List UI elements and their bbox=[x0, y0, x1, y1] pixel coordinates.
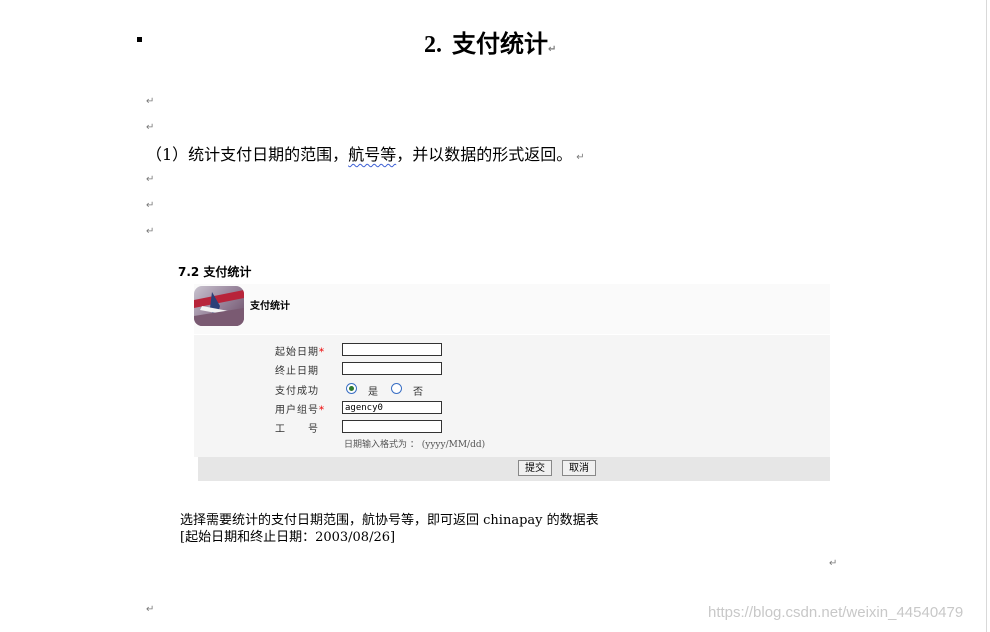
app-logo-icon bbox=[194, 286, 244, 326]
section-heading: 2. 支付统计↵ bbox=[424, 24, 556, 59]
start-date-label-text: 起始日期 bbox=[275, 347, 319, 358]
heading-number: 2. bbox=[424, 32, 442, 58]
page-edge-rule bbox=[986, 0, 987, 632]
csdn-watermark: https://blog.csdn.net/weixin_44540479 bbox=[708, 604, 964, 621]
form-button-bar bbox=[198, 457, 830, 481]
user-group-label-text: 用户组号 bbox=[275, 405, 319, 416]
pay-success-label: 支付成功 bbox=[275, 386, 319, 397]
date-format-hint: 日期输入格式为 ： (yyyy/MM/dd) bbox=[344, 440, 486, 450]
paragraph-mark: ↵ bbox=[146, 96, 155, 107]
start-date-label: 起始日期* bbox=[275, 343, 325, 358]
paragraph-mark: ↵ bbox=[146, 122, 155, 133]
heading-text: 支付统计 bbox=[452, 29, 548, 58]
paragraph-mark: ↵ bbox=[548, 44, 557, 55]
submit-button[interactable]: 提交 bbox=[518, 460, 552, 476]
user-group-input[interactable]: agency0 bbox=[342, 401, 442, 414]
start-date-input[interactable] bbox=[342, 343, 442, 356]
paragraph-mark: ↵ bbox=[146, 226, 155, 237]
spell-check-underlined-text: 航号等 bbox=[348, 145, 397, 164]
paragraph-mark: ↵ bbox=[146, 200, 155, 211]
paragraph-mark: ↵ bbox=[829, 558, 838, 569]
end-date-input[interactable] bbox=[342, 362, 442, 375]
figure-description-line-2: [起始日期和终止日期：2003/08/26] bbox=[180, 530, 396, 545]
required-star: * bbox=[319, 347, 325, 358]
figure-caption: 7.2 支付统计 bbox=[178, 265, 252, 279]
pay-success-no-radio[interactable] bbox=[391, 383, 402, 394]
pay-success-no-label: 否 bbox=[413, 387, 423, 398]
paragraph-mark: ↵ bbox=[146, 174, 155, 185]
cancel-button[interactable]: 取消 bbox=[562, 460, 596, 476]
pay-success-yes-label: 是 bbox=[368, 387, 378, 398]
embedded-screenshot-figure: 7.2 支付统计 支付统计 bbox=[174, 259, 834, 499]
end-date-label: 终止日期 bbox=[275, 366, 319, 377]
job-number-input[interactable] bbox=[342, 420, 442, 433]
heading-bullet bbox=[137, 37, 142, 42]
figure-header-title: 支付统计 bbox=[250, 301, 290, 312]
job-number-label: 工 号 bbox=[275, 424, 319, 435]
paragraph-mark: ↵ bbox=[576, 152, 585, 163]
body-paragraph: （1）统计支付日期的范围，航号等，并以数据的形式返回。 ↵ bbox=[146, 141, 585, 165]
paragraph-text-after: ，并以数据的形式返回。 bbox=[396, 145, 573, 164]
required-star: * bbox=[319, 405, 325, 416]
pay-success-yes-radio[interactable] bbox=[346, 383, 357, 394]
paragraph-mark: ↵ bbox=[146, 604, 155, 615]
user-group-label: 用户组号* bbox=[275, 401, 325, 416]
paragraph-text-before: （1）统计支付日期的范围， bbox=[146, 145, 349, 164]
